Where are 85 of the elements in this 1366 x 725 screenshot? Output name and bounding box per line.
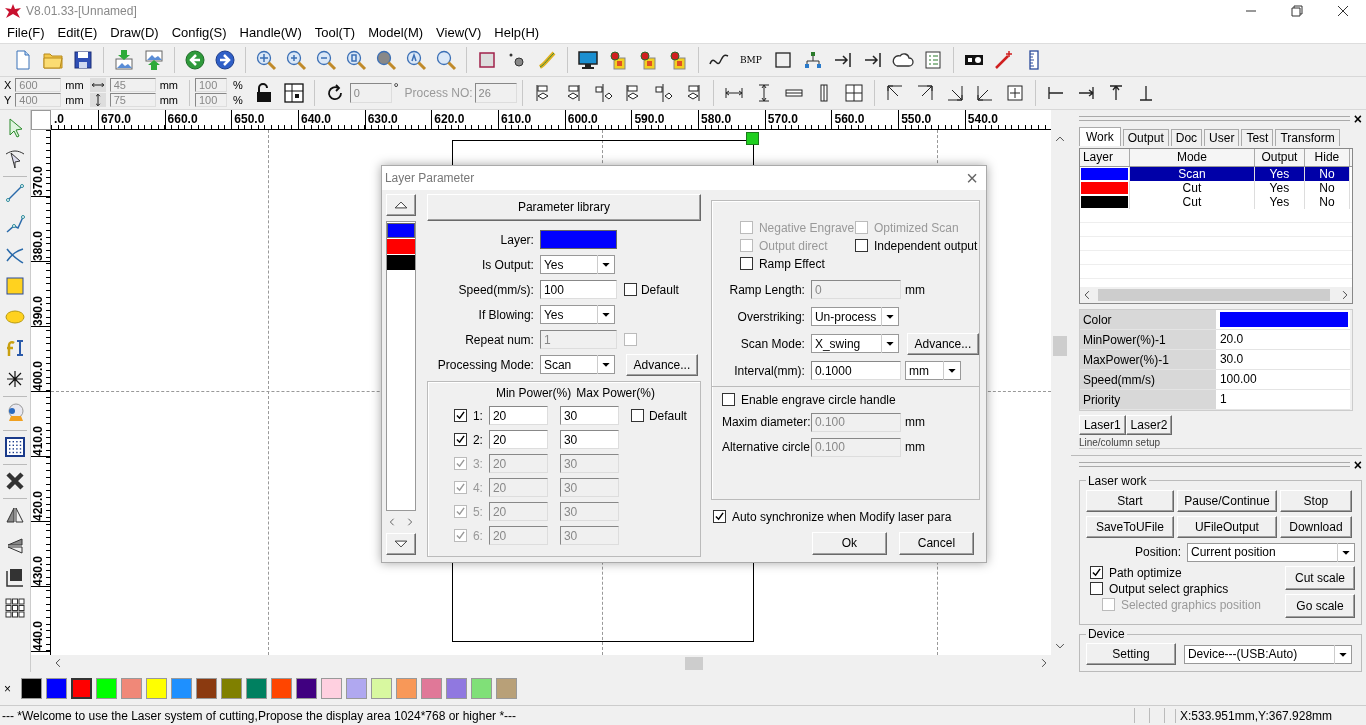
checkbox-label: Ramp Effect [758, 257, 825, 271]
checkbox-label: Output direct [758, 239, 828, 253]
ruler-label: 550.0 [898, 110, 965, 129]
property-label: MaxPower(%)-1 [1079, 349, 1216, 370]
ruler-label: 390.0 [30, 294, 45, 326]
ruler-label: 660.0 [164, 110, 232, 129]
y-label: Y [4, 94, 12, 107]
coordinates-readout: X:533.951mm,Y:367.928mm [1175, 708, 1366, 723]
degree-label: ° [393, 80, 399, 95]
ruler-label: 410.0 [30, 424, 45, 456]
ruler-label: 430.0 [30, 554, 45, 586]
field-label: Ramp Length: [728, 283, 806, 297]
field-label: Alternative circle [721, 440, 811, 455]
field-label: Maxim diameter: [721, 415, 811, 430]
group-title: Line/column setup [1078, 436, 1161, 448]
process-number-label: Process NO: [404, 85, 473, 100]
unit-label: mm [65, 79, 84, 92]
unit-label: mm [159, 79, 178, 92]
column-header: Output [1254, 149, 1305, 167]
checkbox-label: Output select graphics [1108, 581, 1229, 596]
ruler-label: 370.0 [30, 164, 45, 196]
property-label: Speed(mm/s) [1079, 369, 1216, 390]
ruler-label: 610.0 [498, 110, 565, 129]
ruler-label: 540.0 [964, 110, 1032, 129]
row-label: 1: [471, 409, 484, 423]
checkbox-label: Default [640, 283, 679, 297]
ruler-label: 380.0 [30, 229, 45, 261]
ruler-label: 580.0 [698, 110, 765, 129]
checkbox-label: Optimized Scan [873, 221, 959, 235]
unit-label: mm [65, 94, 84, 107]
ruler-label: 420.0 [30, 489, 45, 521]
x-label: X [4, 79, 12, 92]
row-label: 2: [471, 433, 484, 447]
field-label: Interval(mm): [733, 364, 806, 378]
column-header: Min Power(%) [495, 386, 572, 400]
ruler-label: 440.0 [30, 619, 45, 651]
row-label: 6: [471, 529, 484, 543]
field-label: Layer: [499, 233, 535, 247]
checkbox-label: Independent output [873, 239, 978, 253]
field-label: If Blowing: [477, 308, 535, 322]
ruler-label: 620.0 [431, 110, 499, 129]
status-message: --- *Welcome to use the Laser system of cutting,Propose the display area 1024*768 or higher *--- [1, 708, 518, 723]
group-title: Device [1086, 627, 1126, 642]
ruler-label: 630.0 [364, 110, 432, 129]
ruler-label: 600.0 [564, 110, 632, 129]
dialog-title: Layer Parameter [384, 171, 475, 185]
property-label: MinPower(%)-1 [1079, 329, 1216, 350]
group-title: Laser work [1086, 473, 1148, 488]
ruler-label: 650.0 [231, 110, 298, 129]
field-label: Speed(mm/s): [457, 283, 535, 297]
checkbox-label: Default [648, 409, 687, 423]
ruler-label: 560.0 [831, 110, 899, 129]
property-label: Color [1079, 309, 1216, 330]
unit-label: mm [159, 94, 178, 107]
checkbox-label: Auto synchronize when Modify laser para [731, 510, 952, 524]
window-title: V8.01.33-[Unnamed] [26, 3, 137, 18]
ruler-label: 640.0 [297, 110, 365, 129]
percent-label: % [233, 94, 243, 107]
column-header: Max Power(%) [576, 386, 655, 400]
ruler-label: .0 [52, 111, 65, 128]
ruler-label: 400.0 [30, 359, 45, 391]
field-label: Processing Mode: [436, 358, 535, 372]
field-label: Overstriking: [736, 310, 806, 324]
unit-label: mm [904, 283, 925, 297]
column-header: Mode [1129, 149, 1255, 167]
row-label: 4: [471, 481, 484, 495]
ruler-label: 670.0 [97, 110, 165, 129]
column-header: Hide [1304, 149, 1350, 167]
checkbox-label: Selected graphics position [1120, 597, 1261, 612]
field-label: Scan Mode: [739, 337, 806, 351]
column-header: Layer [1079, 149, 1130, 167]
property-label: Priority [1079, 389, 1216, 410]
checkbox-label: Enable engrave circle handle [740, 393, 896, 407]
row-label: 5: [471, 505, 484, 519]
field-label: Is Output: [480, 258, 535, 272]
field-label: Repeat num: [464, 333, 535, 347]
percent-label: % [233, 79, 243, 92]
ruler-label: 570.0 [764, 110, 832, 129]
row-label: 3: [471, 457, 484, 471]
unit-label: mm [904, 440, 926, 455]
unit-label: mm [904, 415, 926, 430]
checkbox-label: Path optimize [1108, 565, 1182, 580]
checkbox-label: Negative Engrave [758, 221, 855, 235]
ruler-label: 590.0 [631, 110, 699, 129]
field-label: Position: [1134, 545, 1181, 560]
